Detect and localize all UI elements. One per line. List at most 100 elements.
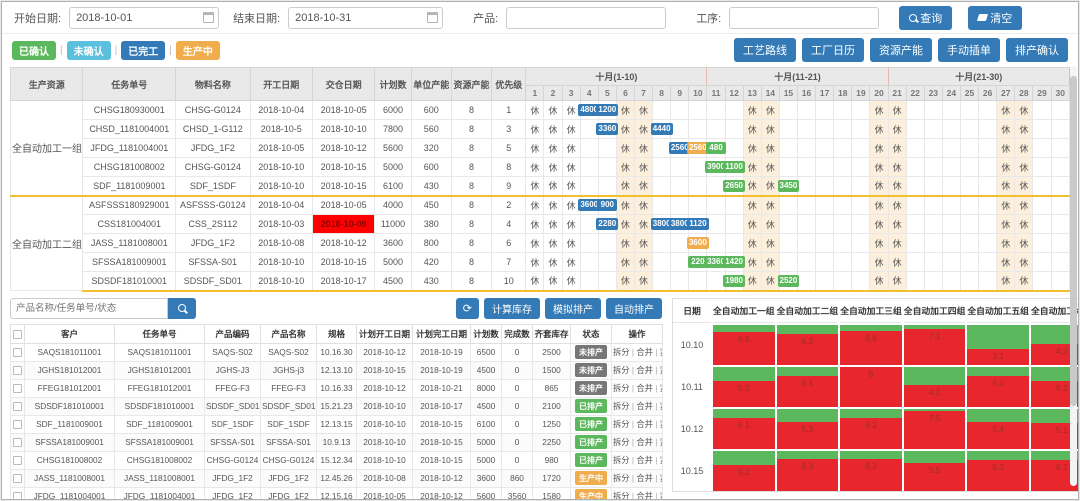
gantt-bar[interactable]: 1980 <box>723 275 745 287</box>
urgent-action[interactable]: 紧急处理 <box>660 383 663 393</box>
gantt-bar[interactable]: 3600 <box>687 237 709 249</box>
row-checkbox[interactable] <box>13 348 22 357</box>
orders-toolbar-button[interactable]: 模拟排产 <box>545 298 601 319</box>
action-button[interactable]: 排产确认 <box>1006 38 1068 62</box>
gantt-bar[interactable]: 3450 <box>778 180 800 192</box>
task-no-cell[interactable]: CHSG180930001 <box>83 101 176 120</box>
order-cell: FFEG181012001 <box>25 379 115 397</box>
task-no-cell[interactable]: CHSG181008002 <box>83 158 176 177</box>
process-input[interactable] <box>729 7 879 29</box>
gantt-bar[interactable]: 3360 <box>596 123 618 135</box>
split-action[interactable]: 拆分 <box>613 383 636 393</box>
merge-action[interactable]: 合并 <box>636 365 659 375</box>
order-row[interactable]: SFSSA181009001SFSSA181009001SFSSA-S01SFS… <box>11 433 663 451</box>
merge-action[interactable]: 合并 <box>636 473 659 483</box>
merge-action[interactable]: 合并 <box>636 401 659 411</box>
split-action[interactable]: 拆分 <box>613 455 636 465</box>
scrollbar-thumb[interactable] <box>1070 76 1077 406</box>
order-row[interactable]: JASS_1181008001JASS_1181008001JFDG_1F2JF… <box>11 469 663 487</box>
urgent-action[interactable]: 紧急处理 <box>660 491 663 500</box>
merge-action[interactable]: 合并 <box>636 347 659 357</box>
gantt-bar[interactable]: 2280 <box>596 218 618 230</box>
split-action[interactable]: 拆分 <box>613 365 636 375</box>
clear-button[interactable]: 清空 <box>968 6 1022 30</box>
row-checkbox[interactable] <box>13 438 22 447</box>
split-action[interactable]: 拆分 <box>613 491 636 500</box>
row-checkbox[interactable] <box>13 456 22 465</box>
action-button[interactable]: 资源产能 <box>870 38 932 62</box>
split-action[interactable]: 拆分 <box>613 401 636 411</box>
row-checkbox[interactable] <box>13 474 22 483</box>
merge-action[interactable]: 合并 <box>636 419 659 429</box>
urgent-action[interactable]: 紧急处理 <box>660 455 663 465</box>
orders-toolbar-button[interactable]: 计算库存 <box>484 298 540 319</box>
split-action[interactable]: 拆分 <box>613 437 636 447</box>
order-row[interactable]: SDSDF181010001SDSDF181010001SDSDF_SD01SD… <box>11 397 663 415</box>
calendar-icon[interactable] <box>203 12 214 23</box>
urgent-action[interactable]: 紧急处理 <box>660 365 663 375</box>
task-no-cell[interactable]: SDF_1181009001 <box>83 177 176 196</box>
merge-action[interactable]: 合并 <box>636 455 659 465</box>
start-date-input[interactable] <box>69 7 219 29</box>
task-no-cell[interactable]: SDSDF181010001 <box>83 272 176 291</box>
refresh-button[interactable]: ⟳ <box>456 298 479 319</box>
action-button[interactable]: 手动插单 <box>938 38 1000 62</box>
task-no-cell[interactable]: ASFSSS180929001 <box>83 196 176 215</box>
select-all-checkbox[interactable] <box>13 330 22 339</box>
row-checkbox[interactable] <box>13 402 22 411</box>
urgent-action[interactable]: 紧急处理 <box>660 347 663 357</box>
merge-action[interactable]: 合并 <box>636 383 659 393</box>
order-row[interactable]: JGHS181012001JGHS181012001JGHS-J3JGHS-j3… <box>11 361 663 379</box>
row-checkbox[interactable] <box>13 492 22 500</box>
task-no-cell[interactable]: CHSD_1181004001 <box>83 120 176 139</box>
row-checkbox[interactable] <box>13 384 22 393</box>
order-row[interactable]: JFDG_1181004001JFDG_1181004001JFDG_1F2JF… <box>11 487 663 500</box>
merge-action[interactable]: 合并 <box>636 437 659 447</box>
split-action[interactable]: 拆分 <box>613 419 636 429</box>
order-row[interactable]: SAQS181011001SAQS181011001SAQS-S02SAQS-S… <box>11 343 663 361</box>
resource-capacity-cell: 8 <box>451 196 491 215</box>
calendar-icon[interactable] <box>427 12 438 23</box>
urgent-action[interactable]: 紧急处理 <box>660 419 663 429</box>
order-cell: 3600 <box>471 469 502 487</box>
gantt-bar[interactable]: 2520 <box>778 275 800 287</box>
plan-qty-cell: 3600 <box>375 234 411 253</box>
action-button[interactable]: 工厂日历 <box>802 38 864 62</box>
product-input[interactable] <box>506 7 666 29</box>
row-checkbox[interactable] <box>13 366 22 375</box>
gantt-bar[interactable]: 1100 <box>723 161 744 173</box>
gantt-bar[interactable]: 4440 <box>651 123 673 135</box>
order-row[interactable]: SDF_1181009001SDF_1181009001SDF_1SDFSDF_… <box>11 415 663 433</box>
gantt-day-cell: 3900 <box>707 158 725 177</box>
gantt-bar[interactable]: 1420 <box>723 256 745 268</box>
task-no-cell[interactable]: CSS181004001 <box>83 215 176 234</box>
urgent-action[interactable]: 紧急处理 <box>660 437 663 447</box>
plan-qty-cell: 4000 <box>375 196 411 215</box>
task-no-cell[interactable]: JASS_1181008001 <box>83 234 176 253</box>
task-no-cell[interactable]: SFSSA181009001 <box>83 253 176 272</box>
urgent-action[interactable]: 紧急处理 <box>660 473 663 483</box>
gantt-bar[interactable]: 900 <box>597 199 617 211</box>
split-action[interactable]: 拆分 <box>613 347 636 357</box>
order-row[interactable]: CHSG181008002CHSG181008002CHSG-G0124CHSG… <box>11 451 663 469</box>
orders-toolbar-button[interactable]: 自动排产 <box>606 298 662 319</box>
gantt-bar[interactable]: 1200 <box>596 104 618 116</box>
merge-action[interactable]: 合并 <box>636 491 659 500</box>
gantt-bar[interactable]: 2650 <box>723 180 745 192</box>
task-no-cell[interactable]: JFDG_1181004001 <box>83 139 176 158</box>
orders-search-button[interactable] <box>168 298 196 319</box>
gantt-bar[interactable]: 480 <box>706 142 726 154</box>
row-checkbox[interactable] <box>13 420 22 429</box>
orders-search-input[interactable] <box>10 298 168 319</box>
split-action[interactable]: 拆分 <box>613 473 636 483</box>
order-row[interactable]: FFEG181012001FFEG181012001FFEG-F3FFEG-F3… <box>11 379 663 397</box>
gantt-day-cell <box>979 139 997 158</box>
select-all-header[interactable] <box>11 324 25 343</box>
end-date-input[interactable] <box>288 7 443 29</box>
gantt-day-cell <box>580 177 598 196</box>
rest-day-mark: 休 <box>748 106 757 116</box>
gantt-bar[interactable]: 1120 <box>687 218 708 230</box>
action-button[interactable]: 工艺路线 <box>734 38 796 62</box>
query-button[interactable]: 查询 <box>899 6 952 30</box>
urgent-action[interactable]: 紧急处理 <box>660 401 663 411</box>
